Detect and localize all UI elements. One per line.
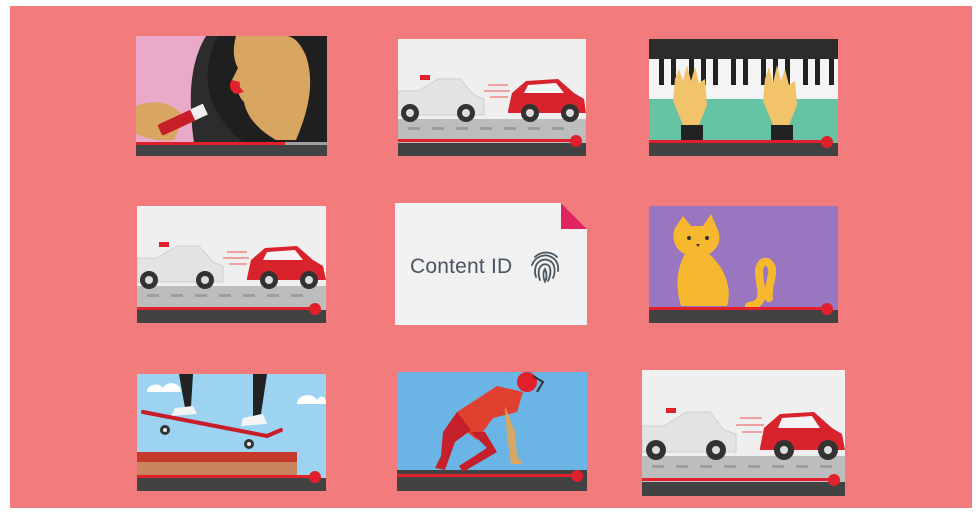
thumbnail-cat[interactable]	[649, 206, 838, 323]
video-wall: Content ID	[10, 6, 972, 508]
thumbnail-police-chase-3[interactable]	[642, 370, 845, 496]
thumbnail-lipstick[interactable]	[136, 36, 327, 156]
thumbnail-police-chase-2[interactable]	[137, 206, 326, 323]
content-id-label: Content ID	[410, 255, 513, 278]
thumbnail-skateboard[interactable]	[137, 374, 326, 491]
fingerprint-icon	[529, 249, 561, 283]
thumbnail-police-chase-1[interactable]	[398, 39, 586, 156]
thumbnail-football-player[interactable]	[397, 372, 587, 491]
content-id-card: Content ID	[395, 203, 587, 325]
thumbnail-piano-hands[interactable]	[649, 39, 838, 156]
